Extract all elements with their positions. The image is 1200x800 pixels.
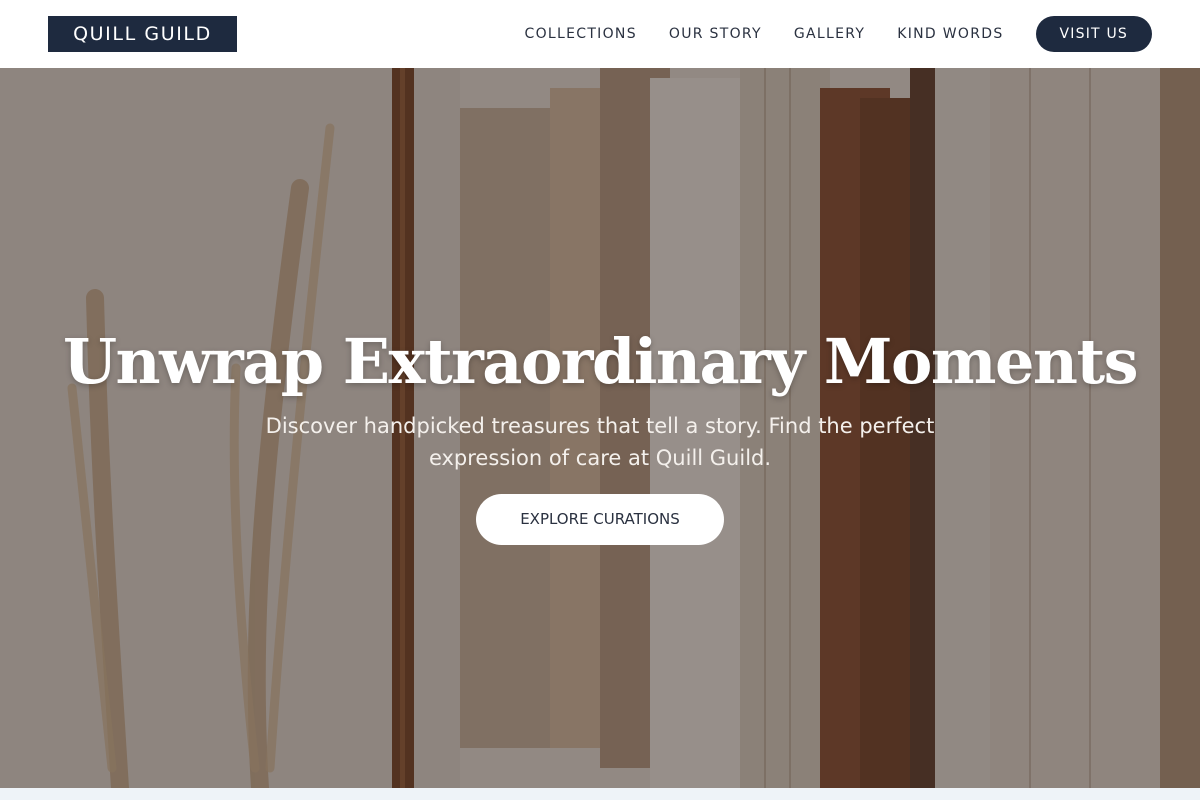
site-header: QUILL GUILD COLLECTIONS OUR STORY GALLER…: [0, 0, 1200, 68]
hero-subtitle: Discover handpicked treasures that tell …: [265, 414, 935, 470]
logo[interactable]: QUILL GUILD: [48, 16, 237, 52]
hero-section: Unwrap Extraordinary Moments Discover ha…: [0, 68, 1200, 788]
nav-kind-words[interactable]: KIND WORDS: [897, 26, 1003, 42]
nav-gallery[interactable]: GALLERY: [794, 26, 865, 42]
next-section-edge: [0, 788, 1200, 800]
nav-our-story[interactable]: OUR STORY: [669, 26, 762, 42]
hero-title: Unwrap Extraordinary Moments: [62, 325, 1139, 398]
explore-curations-button[interactable]: EXPLORE CURATIONS: [476, 494, 724, 545]
nav-collections[interactable]: COLLECTIONS: [525, 26, 637, 42]
visit-us-button[interactable]: VISIT US: [1035, 16, 1152, 52]
main-nav: COLLECTIONS OUR STORY GALLERY KIND WORDS…: [525, 16, 1152, 52]
